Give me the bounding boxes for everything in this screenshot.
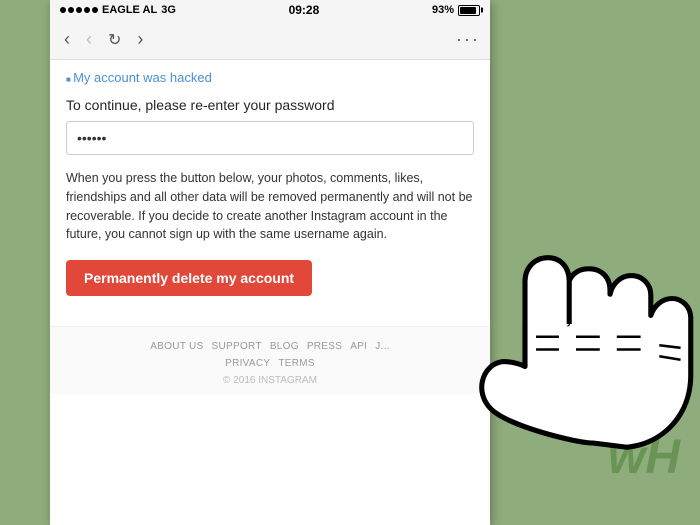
password-input[interactable]	[66, 121, 474, 155]
footer-blog-link[interactable]: BLOG	[270, 341, 299, 352]
refresh-button[interactable]: ↻	[104, 26, 125, 54]
signal-dots	[60, 7, 98, 13]
back-button-2[interactable]: ‹	[82, 25, 96, 54]
password-label: To continue, please re-enter your passwo…	[66, 97, 474, 113]
carrier-label: EAGLE AL	[102, 4, 157, 16]
battery-fill	[460, 7, 476, 14]
clock: 09:28	[289, 3, 320, 17]
status-left: EAGLE AL 3G	[60, 4, 176, 16]
status-bar: EAGLE AL 3G 09:28 93%	[50, 0, 490, 20]
footer-privacy-link[interactable]: PRIVACY	[225, 358, 270, 369]
footer-copyright: © 2016 INSTAGRAM	[60, 375, 480, 386]
warning-text: When you press the button below, your ph…	[66, 169, 474, 244]
battery-icon	[458, 5, 480, 16]
browser-nav-bar: ‹ ‹ ↻ › ···	[50, 20, 490, 60]
delete-account-button[interactable]: Permanently delete my account	[66, 260, 312, 296]
footer-jobs-link[interactable]: J...	[375, 341, 390, 352]
signal-dot-1	[60, 7, 66, 13]
hand-cursor-illustration	[420, 185, 700, 485]
battery-percent: 93%	[432, 4, 454, 16]
signal-dot-2	[68, 7, 74, 13]
more-button[interactable]: ···	[456, 29, 480, 50]
footer-support-link[interactable]: SUPPORT	[212, 341, 262, 352]
footer-about-link[interactable]: ABOUT US	[150, 341, 203, 352]
footer-api-link[interactable]: API	[350, 341, 367, 352]
signal-dot-4	[84, 7, 90, 13]
footer-press-link[interactable]: PRESS	[307, 341, 342, 352]
footer-terms-link[interactable]: TERMS	[278, 358, 315, 369]
network-label: 3G	[161, 4, 176, 16]
hacked-link[interactable]: My account was hacked	[66, 70, 474, 85]
forward-button[interactable]: ›	[133, 25, 147, 54]
signal-dot-3	[76, 7, 82, 13]
back-button[interactable]: ‹	[60, 25, 74, 54]
signal-dot-5	[92, 7, 98, 13]
footer-links-row1: ABOUT US SUPPORT BLOG PRESS API J...	[60, 341, 480, 352]
status-right: 93%	[432, 4, 480, 16]
footer-links-row2: PRIVACY TERMS	[60, 358, 480, 369]
